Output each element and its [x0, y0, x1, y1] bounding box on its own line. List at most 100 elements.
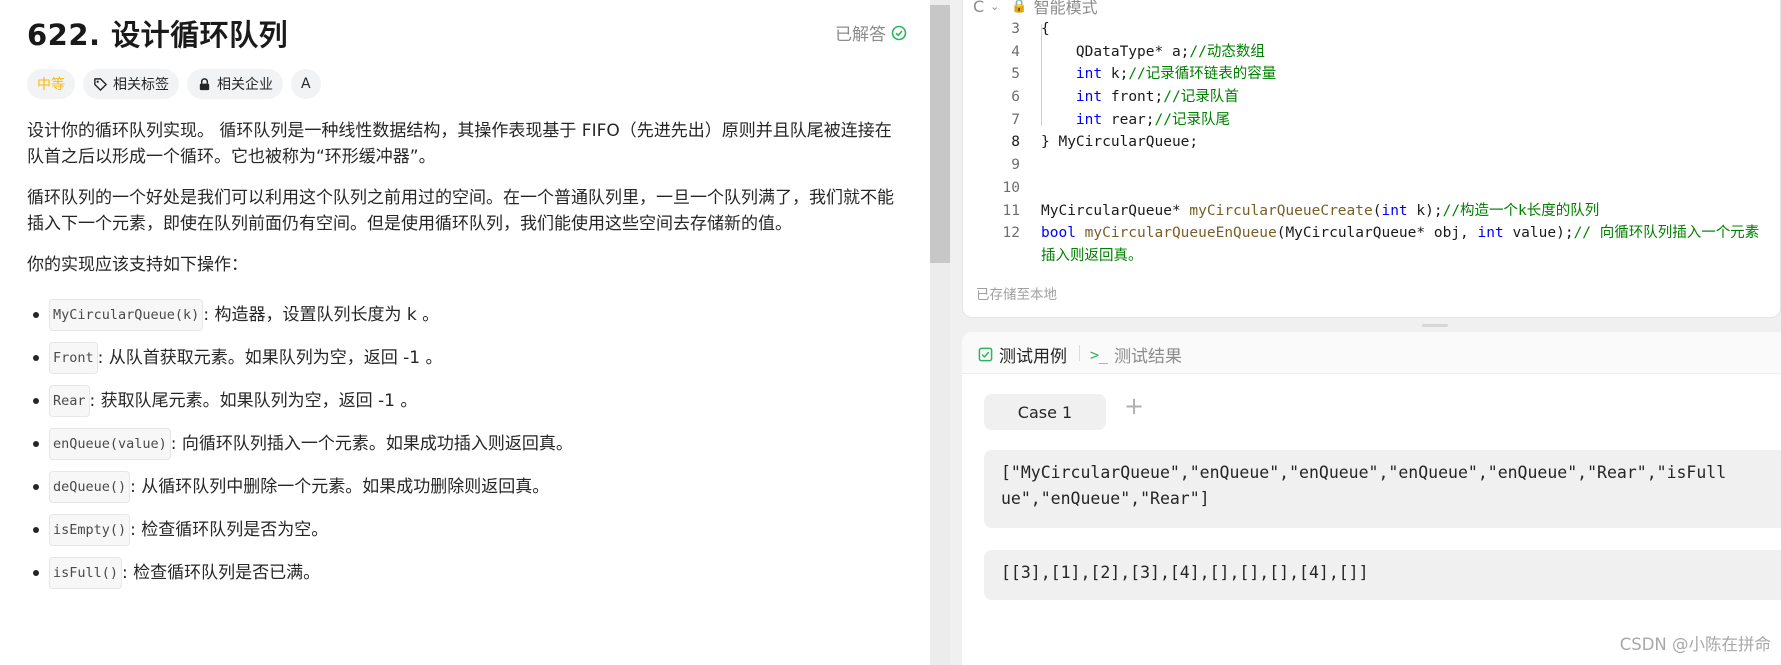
line-number: 3: [1011, 21, 1020, 37]
inline-code: Front: [49, 341, 98, 374]
code-line[interactable]: 11 MyCircularQueue* myCircularQueueCreate…: [963, 200, 1780, 223]
code-token: int: [1075, 89, 1103, 106]
tab-divider: [1079, 345, 1080, 361]
code-token: k;: [1102, 66, 1129, 83]
desc-paragraph: 循环队列的一个好处是我们可以利用这个队列之前用过的空间。在一个普通队列里，一旦一…: [27, 188, 894, 234]
tab-test-cases-label: 测试用例: [999, 347, 1067, 367]
line-number: 5: [1011, 66, 1020, 83]
related-companies-button[interactable]: 相关企业: [187, 69, 283, 99]
code-line[interactable]: 6 int front;//记录队首: [963, 86, 1780, 109]
test-input-args[interactable]: [[3],[1],[2],[3],[4],[],[],[],[4],[]]: [984, 550, 1781, 600]
op-text: : 构造器，设置队列长度为 k 。: [203, 304, 440, 325]
code-token: //记录队尾: [1154, 111, 1230, 128]
code-text[interactable]: {: [1041, 18, 1050, 41]
code-line[interactable]: 9: [963, 154, 1780, 177]
problem-panel: 622. 设计循环队列 已解答 中等 相关标签 相关企业 A 设计你的循环队列实…: [0, 0, 930, 665]
solved-label: 已解答: [835, 25, 886, 45]
code-token: {: [1041, 21, 1050, 37]
code-token: value);: [1503, 225, 1574, 242]
op-text: : 从循环队列中删除一个元素。如果成功删除则返回真。: [130, 476, 550, 497]
list-item: enQueue(value): 向循环队列插入一个元素。如果成功插入则返回真。: [27, 422, 907, 465]
tab-test-results-label: 测试结果: [1114, 347, 1183, 367]
lock-icon: [199, 77, 210, 90]
code-line[interactable]: 7 int rear;//记录队尾: [963, 109, 1780, 132]
code-token: MyCircularQueue*: [1041, 202, 1190, 219]
code-token: k);: [1407, 202, 1443, 219]
tab-test-cases[interactable]: 测试用例: [978, 342, 1067, 367]
code-token: //记录队首: [1163, 89, 1239, 106]
code-token: int: [1477, 225, 1504, 242]
chevron-down-icon[interactable]: ⌄: [990, 0, 999, 13]
scrollbar-thumb[interactable]: [930, 5, 950, 263]
desc-paragraph: 设计你的循环队列实现。 循环队列是一种线性数据结构，其操作表现基于 FIFO（先…: [27, 121, 892, 167]
code-text[interactable]: QDataType* a;//动态数组: [1041, 41, 1265, 64]
tab-test-results[interactable]: >_ 测试结果: [1090, 342, 1183, 368]
code-text[interactable]: int rear;//记录队尾: [1041, 109, 1230, 132]
operations-list: MyCircularQueue(k): 构造器，设置队列长度为 k 。 Fron…: [27, 293, 907, 594]
code-text[interactable]: 插入则返回真。: [1041, 245, 1143, 268]
language-selector[interactable]: C: [973, 0, 984, 16]
code-line[interactable]: 插入则返回真。: [963, 245, 1780, 268]
difficulty-badge[interactable]: 中等: [27, 69, 75, 99]
inline-code: Rear: [49, 384, 90, 417]
code-token: int: [1075, 66, 1103, 83]
code-text[interactable]: bool myCircularQueueEnQueue(MyCircularQu…: [1041, 222, 1759, 245]
resize-handle[interactable]: [1422, 324, 1448, 327]
difficulty-label: 中等: [37, 77, 65, 93]
code-token: int: [1381, 202, 1408, 219]
code-line[interactable]: 3{: [963, 18, 1780, 41]
op-text: : 检查循环队列是否已满。: [122, 562, 321, 583]
list-item: isEmpty(): 检查循环队列是否为空。: [27, 508, 907, 551]
problem-title[interactable]: 622. 设计循环队列: [27, 12, 907, 54]
code-lines[interactable]: 3{4 QDataType* a;//动态数组 5 int k;//记录循环链表的…: [963, 18, 1780, 268]
title-row: 622. 设计循环队列 已解答: [27, 12, 907, 52]
case-tab[interactable]: Case 1: [984, 394, 1106, 430]
code-line[interactable]: 4 QDataType* a;//动态数组: [963, 41, 1780, 64]
checkbox-icon: [978, 347, 993, 362]
code-editor[interactable]: C ⌄ 🔒 智能模式 3{4 QDataType* a;//动态数组 5 int …: [962, 0, 1781, 318]
terminal-icon: >_: [1090, 345, 1109, 364]
inline-code: deQueue(): [49, 470, 131, 503]
code-token: // 向循环队列插入一个元素: [1573, 225, 1760, 242]
smart-mode-label[interactable]: 智能模式: [1034, 0, 1098, 18]
code-token: myCircularQueueCreate: [1189, 202, 1373, 219]
add-case-icon[interactable]: +: [1124, 392, 1144, 420]
inline-code: MyCircularQueue(k): [49, 298, 204, 331]
test-input-ops[interactable]: ["MyCircularQueue","enQueue","enQueue","…: [984, 450, 1781, 528]
desc-paragraph: 你的实现应该支持如下操作：: [27, 255, 248, 275]
op-text: : 向循环队列插入一个元素。如果成功插入则返回真。: [170, 433, 573, 454]
code-line[interactable]: 5 int k;//记录循环链表的容量: [963, 63, 1780, 86]
list-item: isFull(): 检查循环队列是否已满。: [27, 551, 907, 594]
op-text: : 检查循环队列是否为空。: [130, 519, 329, 540]
inline-code: isFull(): [49, 556, 123, 589]
code-token: rear;: [1102, 111, 1155, 128]
code-line[interactable]: 10: [963, 177, 1780, 200]
saved-status: 已存储至本地: [976, 287, 1057, 303]
lock-icon: 🔒: [1011, 0, 1028, 14]
solved-status: 已解答: [835, 20, 907, 45]
problem-description: 设计你的循环队列实现。 循环队列是一种线性数据结构，其操作表现基于 FIFO（先…: [27, 118, 907, 594]
code-line[interactable]: 8 } MyCircularQueue;: [963, 131, 1780, 154]
code-text[interactable]: int k;//记录循环链表的容量: [1041, 63, 1276, 86]
code-text[interactable]: } MyCircularQueue;: [1041, 131, 1198, 154]
inline-code: isEmpty(): [49, 513, 131, 546]
code-text[interactable]: MyCircularQueue* myCircularQueueCreate(i…: [1041, 200, 1599, 223]
left-scrollbar[interactable]: [930, 0, 950, 665]
line-number: 8: [1011, 134, 1020, 151]
translate-button[interactable]: A: [291, 69, 321, 99]
watermark: CSDN @​​小陈在拼命​​: [1619, 635, 1771, 654]
code-token: front;: [1102, 89, 1164, 106]
code-line[interactable]: 12 bool myCircularQueueEnQueue(MyCircular…: [963, 222, 1780, 245]
inline-code: enQueue(value): [49, 427, 171, 460]
list-item: MyCircularQueue(k): 构造器，设置队列长度为 k 。: [27, 293, 907, 336]
list-item: deQueue(): 从循环队列中删除一个元素。如果成功删除则返回真。: [27, 465, 907, 508]
workspace-panel: C ⌄ 🔒 智能模式 3{4 QDataType* a;//动态数组 5 int …: [962, 0, 1781, 665]
code-token: int: [1075, 111, 1103, 128]
code-text[interactable]: int front;//记录队首: [1041, 86, 1239, 109]
line-number: 7: [1011, 111, 1020, 128]
related-tags-button[interactable]: 相关标签: [83, 69, 179, 99]
